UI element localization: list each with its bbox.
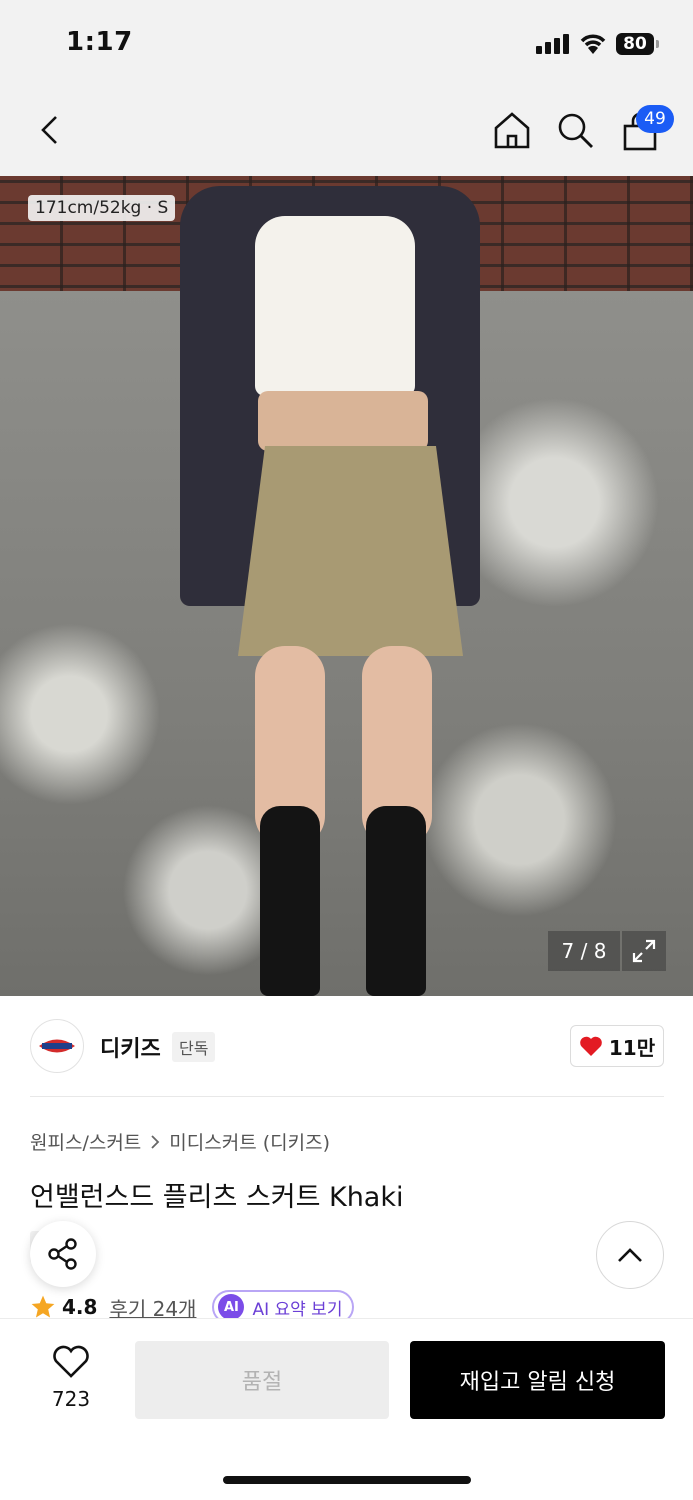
top-header: 1:17 80 49 [0, 0, 693, 176]
share-button[interactable] [30, 1221, 96, 1287]
photo-sock-left [260, 806, 320, 996]
heart-filled-icon [580, 1036, 602, 1056]
brand-like-count: 11만 [608, 1035, 656, 1060]
battery-icon: 80 [616, 33, 659, 55]
product-image-gallery[interactable]: 171cm/52kg · S 7 / 8 [0, 176, 693, 996]
share-icon [48, 1238, 77, 1270]
search-button[interactable] [553, 108, 597, 152]
signal-icon [536, 34, 570, 54]
photo-waist [258, 391, 428, 451]
breadcrumb-category[interactable]: 원피스/스커트 [30, 1128, 141, 1155]
rating-score: 4.8 [62, 1295, 98, 1319]
home-button[interactable] [490, 108, 534, 152]
search-icon [558, 113, 593, 148]
photo-sock-right [366, 806, 426, 996]
ai-badge-icon: AI [218, 1294, 245, 1320]
breadcrumb: 원피스/스커트 미디스커트 (디키즈) [30, 1128, 330, 1155]
restock-alert-button[interactable]: 재입고 알림 신청 [410, 1341, 665, 1419]
brand-exclusive-badge: 단독 [172, 1032, 216, 1062]
home-icon [494, 112, 530, 149]
wishlist-button[interactable]: 723 [40, 1345, 102, 1411]
status-time: 1:17 [66, 27, 133, 57]
expand-icon [632, 939, 656, 963]
brand-like-button[interactable]: 11만 [570, 1025, 664, 1067]
chevron-up-icon [618, 1248, 642, 1262]
heart-outline-icon [53, 1345, 89, 1378]
dickies-logo [39, 1039, 75, 1053]
product-title: 언밸런스드 플리츠 스커트 Khaki [30, 1182, 404, 1213]
scroll-to-top-button[interactable] [596, 1221, 664, 1289]
chevron-right-icon [151, 1134, 160, 1149]
wifi-icon [580, 34, 606, 54]
brand-logo[interactable] [30, 1019, 84, 1073]
photo-top [255, 216, 415, 396]
breadcrumb-subcategory[interactable]: 미디스커트 (디키즈) [169, 1128, 330, 1155]
back-button[interactable] [28, 108, 72, 152]
fullscreen-button[interactable] [622, 931, 666, 971]
soldout-button: 품절 [135, 1341, 389, 1419]
home-indicator [223, 1476, 471, 1484]
brand-name[interactable]: 디키즈 [100, 1031, 161, 1063]
bottom-action-bar: 723 품절 재입고 알림 신청 [0, 1318, 693, 1500]
chevron-left-icon [41, 116, 57, 144]
cart-count-badge: 49 [636, 105, 674, 133]
photo-skirt [238, 446, 463, 656]
star-icon [31, 1295, 55, 1318]
wishlist-count: 723 [51, 1387, 91, 1411]
ai-summary-label: AI 요약 보기 [252, 1299, 343, 1320]
image-counter: 7 / 8 [548, 931, 620, 971]
section-divider [30, 1096, 664, 1097]
model-size-tag: 171cm/52kg · S [28, 195, 176, 221]
